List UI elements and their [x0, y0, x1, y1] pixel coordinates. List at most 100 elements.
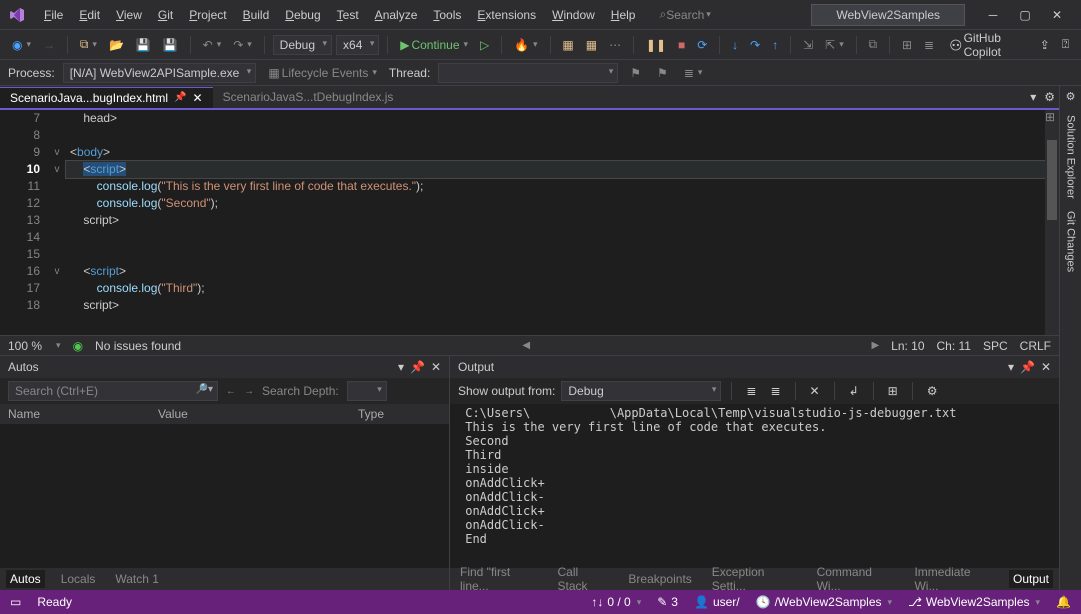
panel-tab[interactable]: Watch 1	[111, 570, 163, 588]
panel-dropdown-icon[interactable]: ▾	[398, 360, 404, 374]
config-combo[interactable]: Debug	[273, 35, 332, 55]
panel-tab[interactable]: Autos	[6, 570, 45, 588]
step-no-debug-button[interactable]: ▷	[476, 36, 493, 54]
code-line[interactable]: console.log("Third");	[66, 280, 1059, 297]
eol-indicator[interactable]: CRLF	[1020, 339, 1051, 353]
menu-window[interactable]: Window	[544, 4, 603, 26]
thread-combo[interactable]	[438, 63, 618, 83]
code-editor[interactable]: 789101112131415161718 vvv head><body> <s…	[0, 110, 1059, 335]
tab-close-icon[interactable]: ✕	[193, 91, 203, 105]
code-line[interactable]: script>	[66, 212, 1059, 229]
tabstrip-dropdown[interactable]: ▾	[1026, 88, 1040, 106]
code-line[interactable]	[66, 127, 1059, 144]
search-back-icon[interactable]: ←	[226, 386, 236, 397]
git-sync[interactable]: ↑↓ 0 / 0 ▾	[591, 595, 641, 609]
save-all-button[interactable]: 💾	[159, 36, 182, 54]
menu-git[interactable]: Git	[150, 4, 181, 26]
output-window-icon[interactable]: ▭	[10, 595, 21, 609]
search-fwd-icon[interactable]: →	[244, 386, 254, 397]
code-line[interactable]: console.log("Second");	[66, 195, 1059, 212]
menu-analyze[interactable]: Analyze	[367, 4, 426, 26]
git-changes-tab[interactable]: Git Changes	[1065, 211, 1077, 272]
editor-scrollbar[interactable]	[1045, 110, 1059, 335]
col-indicator[interactable]: Ch: 11	[937, 339, 971, 353]
search-depth-combo[interactable]	[347, 381, 387, 401]
restart-button[interactable]: ⟳	[693, 36, 711, 54]
line-indicator[interactable]: Ln: 10	[891, 339, 924, 353]
tb-icon-2[interactable]: ▦	[582, 36, 601, 54]
bell-icon[interactable]: 🔔	[1056, 595, 1071, 609]
panel-pin-icon[interactable]: 📌	[1020, 360, 1035, 374]
git-user[interactable]: 👤 user/	[694, 595, 740, 609]
gear-icon[interactable]: ⚙	[1066, 90, 1076, 103]
git-branch[interactable]: ⎇ WebView2Samples ▾	[908, 595, 1040, 609]
tb-icon-1[interactable]: ▦	[558, 36, 577, 54]
undo-button[interactable]: ↶▾	[199, 36, 226, 54]
lifecycle-button[interactable]: ▦ Lifecycle Events ▾	[264, 64, 381, 82]
save-button[interactable]: 💾	[132, 36, 155, 54]
step-out-button[interactable]: ↑	[768, 36, 782, 54]
minimize-button[interactable]: ─	[977, 3, 1009, 27]
autos-search-input[interactable]: Search (Ctrl+E)	[8, 381, 218, 401]
code-line[interactable]	[66, 229, 1059, 246]
pause-button[interactable]: ❚❚	[642, 36, 670, 54]
thread-icon-1[interactable]: ⚑	[626, 64, 645, 82]
code-line[interactable]	[66, 246, 1059, 263]
output-wrap-icon[interactable]: ↲	[845, 382, 863, 400]
code-line[interactable]: <script>	[66, 263, 1059, 280]
menu-help[interactable]: Help	[603, 4, 644, 26]
tb-icon-5[interactable]: ⇱▾	[821, 36, 848, 54]
maximize-button[interactable]: ▢	[1009, 3, 1041, 27]
editor-tab[interactable]: ScenarioJavaS...tDebugIndex.js	[213, 87, 404, 108]
thread-icon-2[interactable]: ⚑	[653, 64, 672, 82]
git-repo[interactable]: 🕓 /WebView2Samples ▾	[756, 595, 892, 609]
panel-close-icon[interactable]: ✕	[431, 360, 441, 374]
output-icon-1[interactable]: ≣	[742, 382, 760, 400]
code-line[interactable]: script>	[66, 297, 1059, 314]
step-over-button[interactable]: ↷	[746, 36, 764, 54]
stack-frame-icon[interactable]: ≣▾	[680, 64, 707, 82]
step-into-button[interactable]: ↓	[728, 36, 742, 54]
git-changes-count[interactable]: ✎ 3	[657, 595, 678, 609]
tb-icon-6[interactable]: ⧉	[865, 35, 882, 54]
solution-explorer-tab[interactable]: Solution Explorer	[1065, 115, 1077, 199]
pin-icon[interactable]: 📌	[174, 92, 186, 103]
autos-body[interactable]	[0, 424, 449, 568]
redo-button[interactable]: ↷▾	[229, 36, 256, 54]
panel-pin-icon[interactable]: 📌	[410, 360, 425, 374]
editor-tab[interactable]: ScenarioJava...bugIndex.html📌✕	[0, 87, 213, 108]
process-combo[interactable]: [N/A] WebView2APISample.exe	[63, 63, 257, 83]
output-settings-icon[interactable]: ⚙	[923, 382, 942, 400]
tb-icon-7[interactable]: ⊞	[898, 36, 916, 54]
tb-icon-3[interactable]: ⋯	[605, 36, 625, 54]
panel-tab[interactable]: Breakpoints	[624, 570, 695, 588]
indent-indicator[interactable]: SPC	[983, 339, 1008, 353]
split-icon[interactable]: ⊞	[1041, 110, 1059, 128]
code-line[interactable]: <body>	[66, 144, 1059, 161]
menu-tools[interactable]: Tools	[425, 4, 469, 26]
panel-tab[interactable]: Output	[1009, 570, 1053, 588]
menu-edit[interactable]: Edit	[71, 4, 108, 26]
output-icon-2[interactable]: ≣	[766, 382, 784, 400]
continue-button[interactable]: ▶ Continue▾	[396, 36, 472, 54]
zoom-level[interactable]: 100 %	[8, 339, 42, 353]
tabstrip-gear-icon[interactable]: ⚙	[1040, 88, 1059, 106]
output-text[interactable]: C:\Users\ \AppData\Local\Temp\visualstud…	[450, 404, 1059, 568]
account-icon[interactable]: ⍰	[1058, 35, 1073, 54]
panel-tab[interactable]: Locals	[57, 570, 100, 588]
output-clear-icon[interactable]: ✕	[806, 382, 824, 400]
open-button[interactable]: 📂	[105, 36, 128, 54]
code-line[interactable]: <script>	[66, 161, 1059, 178]
menu-extensions[interactable]: Extensions	[469, 4, 544, 26]
menu-test[interactable]: Test	[329, 4, 367, 26]
share-icon[interactable]: ⇪	[1036, 36, 1054, 54]
solution-name[interactable]: WebView2Samples	[811, 4, 965, 26]
menu-view[interactable]: View	[108, 4, 150, 26]
panel-dropdown-icon[interactable]: ▾	[1008, 360, 1014, 374]
code-line[interactable]: console.log("This is the very first line…	[66, 178, 1059, 195]
panel-close-icon[interactable]: ✕	[1041, 360, 1051, 374]
code-line[interactable]: head>	[66, 110, 1059, 127]
search-box[interactable]: ⌕ Search ▾	[659, 7, 710, 22]
nav-back-button[interactable]: ◉▾	[8, 36, 35, 54]
nav-right-icon[interactable]: ▶	[871, 340, 879, 351]
